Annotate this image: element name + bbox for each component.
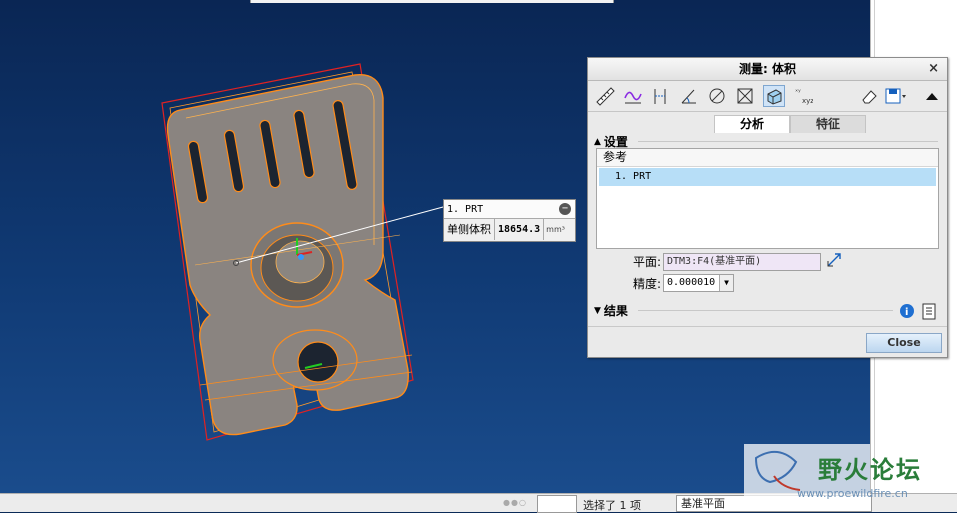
results-label: 结果 — [603, 304, 628, 318]
measure-toolbar: ˣʸ xyz — [588, 81, 947, 112]
expand-up-icon: ▲ — [594, 136, 601, 147]
svg-text:i: i — [905, 307, 908, 318]
measure-volume-dialog: 测量: 体积 × ˣʸ xyz 分析 特征 ▲ 设置 参考 1. PRT 平面:… — [587, 57, 948, 358]
eraser-icon[interactable] — [858, 85, 880, 107]
volume-icon[interactable] — [763, 85, 785, 107]
flip-direction-icon[interactable] — [826, 252, 842, 271]
close-icon[interactable]: × — [928, 58, 939, 80]
ruler-icon[interactable] — [594, 85, 616, 107]
distance-icon[interactable] — [650, 85, 672, 107]
chevron-down-icon[interactable]: ▼ — [719, 275, 733, 291]
accuracy-select[interactable]: 0.000010 ▼ — [663, 274, 734, 292]
accuracy-label: 精度: — [632, 276, 661, 291]
diameter-icon[interactable] — [706, 85, 728, 107]
plane-field[interactable]: DTM3:F4(基准平面) — [663, 252, 821, 271]
watermark-url: www.proewildfire.cn — [797, 487, 908, 500]
accuracy-value: 0.000010 — [667, 277, 716, 288]
measurement-callout[interactable]: 1. PRT − 单侧体积 18654.3 mm³ — [443, 199, 576, 242]
curve-length-icon[interactable] — [622, 85, 644, 107]
callout-value-row: 单侧体积 18654.3 mm³ — [444, 219, 575, 240]
close-button[interactable]: Close — [866, 333, 942, 353]
details-icon[interactable] — [921, 303, 937, 324]
results-section-header[interactable]: ▼ 结果 — [594, 302, 939, 319]
callout-part: 1. PRT — [447, 203, 484, 215]
status-lights-icon: ●●○ — [503, 498, 527, 507]
list-item[interactable]: 1. PRT — [599, 168, 936, 186]
transform-icon[interactable]: ˣʸ xyz — [792, 85, 814, 107]
callout-measure-value: 18654.3 — [495, 219, 545, 240]
selection-filter-icon[interactable] — [537, 495, 577, 513]
dialog-title-bar: 测量: 体积 × — [588, 58, 947, 81]
angle-icon[interactable] — [678, 85, 700, 107]
watermark-text: 野火论坛 — [818, 455, 922, 484]
dialog-tabs: 分析 特征 — [714, 115, 866, 133]
info-icon[interactable]: i — [899, 303, 915, 322]
references-list[interactable]: 参考 1. PRT — [596, 148, 939, 249]
dialog-title: 测量: 体积 — [739, 62, 796, 76]
area-icon[interactable] — [734, 85, 756, 107]
save-icon[interactable] — [884, 85, 906, 107]
tab-feature[interactable]: 特征 — [790, 115, 866, 133]
accuracy-row: 精度: 0.000010 ▼ — [631, 274, 734, 292]
expand-down-icon: ▼ — [594, 305, 601, 316]
tab-analysis[interactable]: 分析 — [714, 115, 790, 133]
svg-text:ˣʸ: ˣʸ — [795, 88, 801, 96]
plane-row: 平面: DTM3:F4(基准平面) — [631, 252, 842, 271]
callout-measure-label: 单侧体积 — [444, 219, 495, 240]
svg-text:xyz: xyz — [802, 97, 813, 105]
plane-label: 平面: — [632, 255, 661, 269]
callout-unit: mm³ — [546, 225, 565, 234]
collapse-icon[interactable]: − — [559, 203, 571, 215]
collapse-toolbar-icon[interactable] — [921, 85, 943, 107]
references-header: 参考 — [597, 149, 938, 167]
callout-header: 1. PRT − — [444, 200, 575, 219]
